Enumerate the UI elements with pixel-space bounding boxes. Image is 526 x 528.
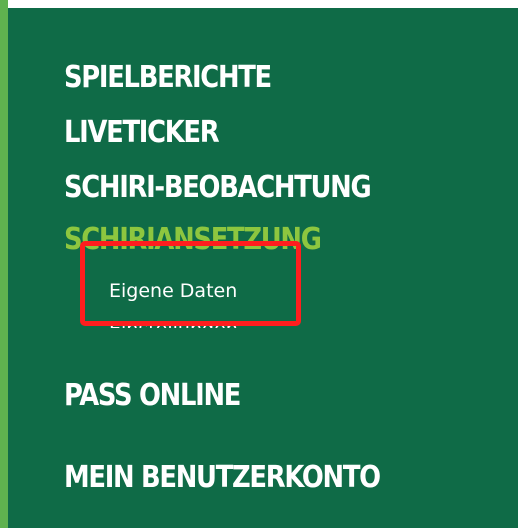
menu-item-spielberichte[interactable]: SPIELBERICHTE xyxy=(64,60,272,96)
highlight-box xyxy=(80,241,301,326)
menu-item-mein-benutzerkonto[interactable]: MEIN BENUTZERKONTO xyxy=(64,460,381,496)
menu-item-pass-online[interactable]: PASS ONLINE xyxy=(64,378,241,414)
accent-strip xyxy=(0,0,8,528)
menu-item-schiri-beobachtung[interactable]: SCHIRI-BEOBACHTUNG xyxy=(64,170,372,206)
menu-item-liveticker[interactable]: LIVETICKER xyxy=(64,115,220,151)
